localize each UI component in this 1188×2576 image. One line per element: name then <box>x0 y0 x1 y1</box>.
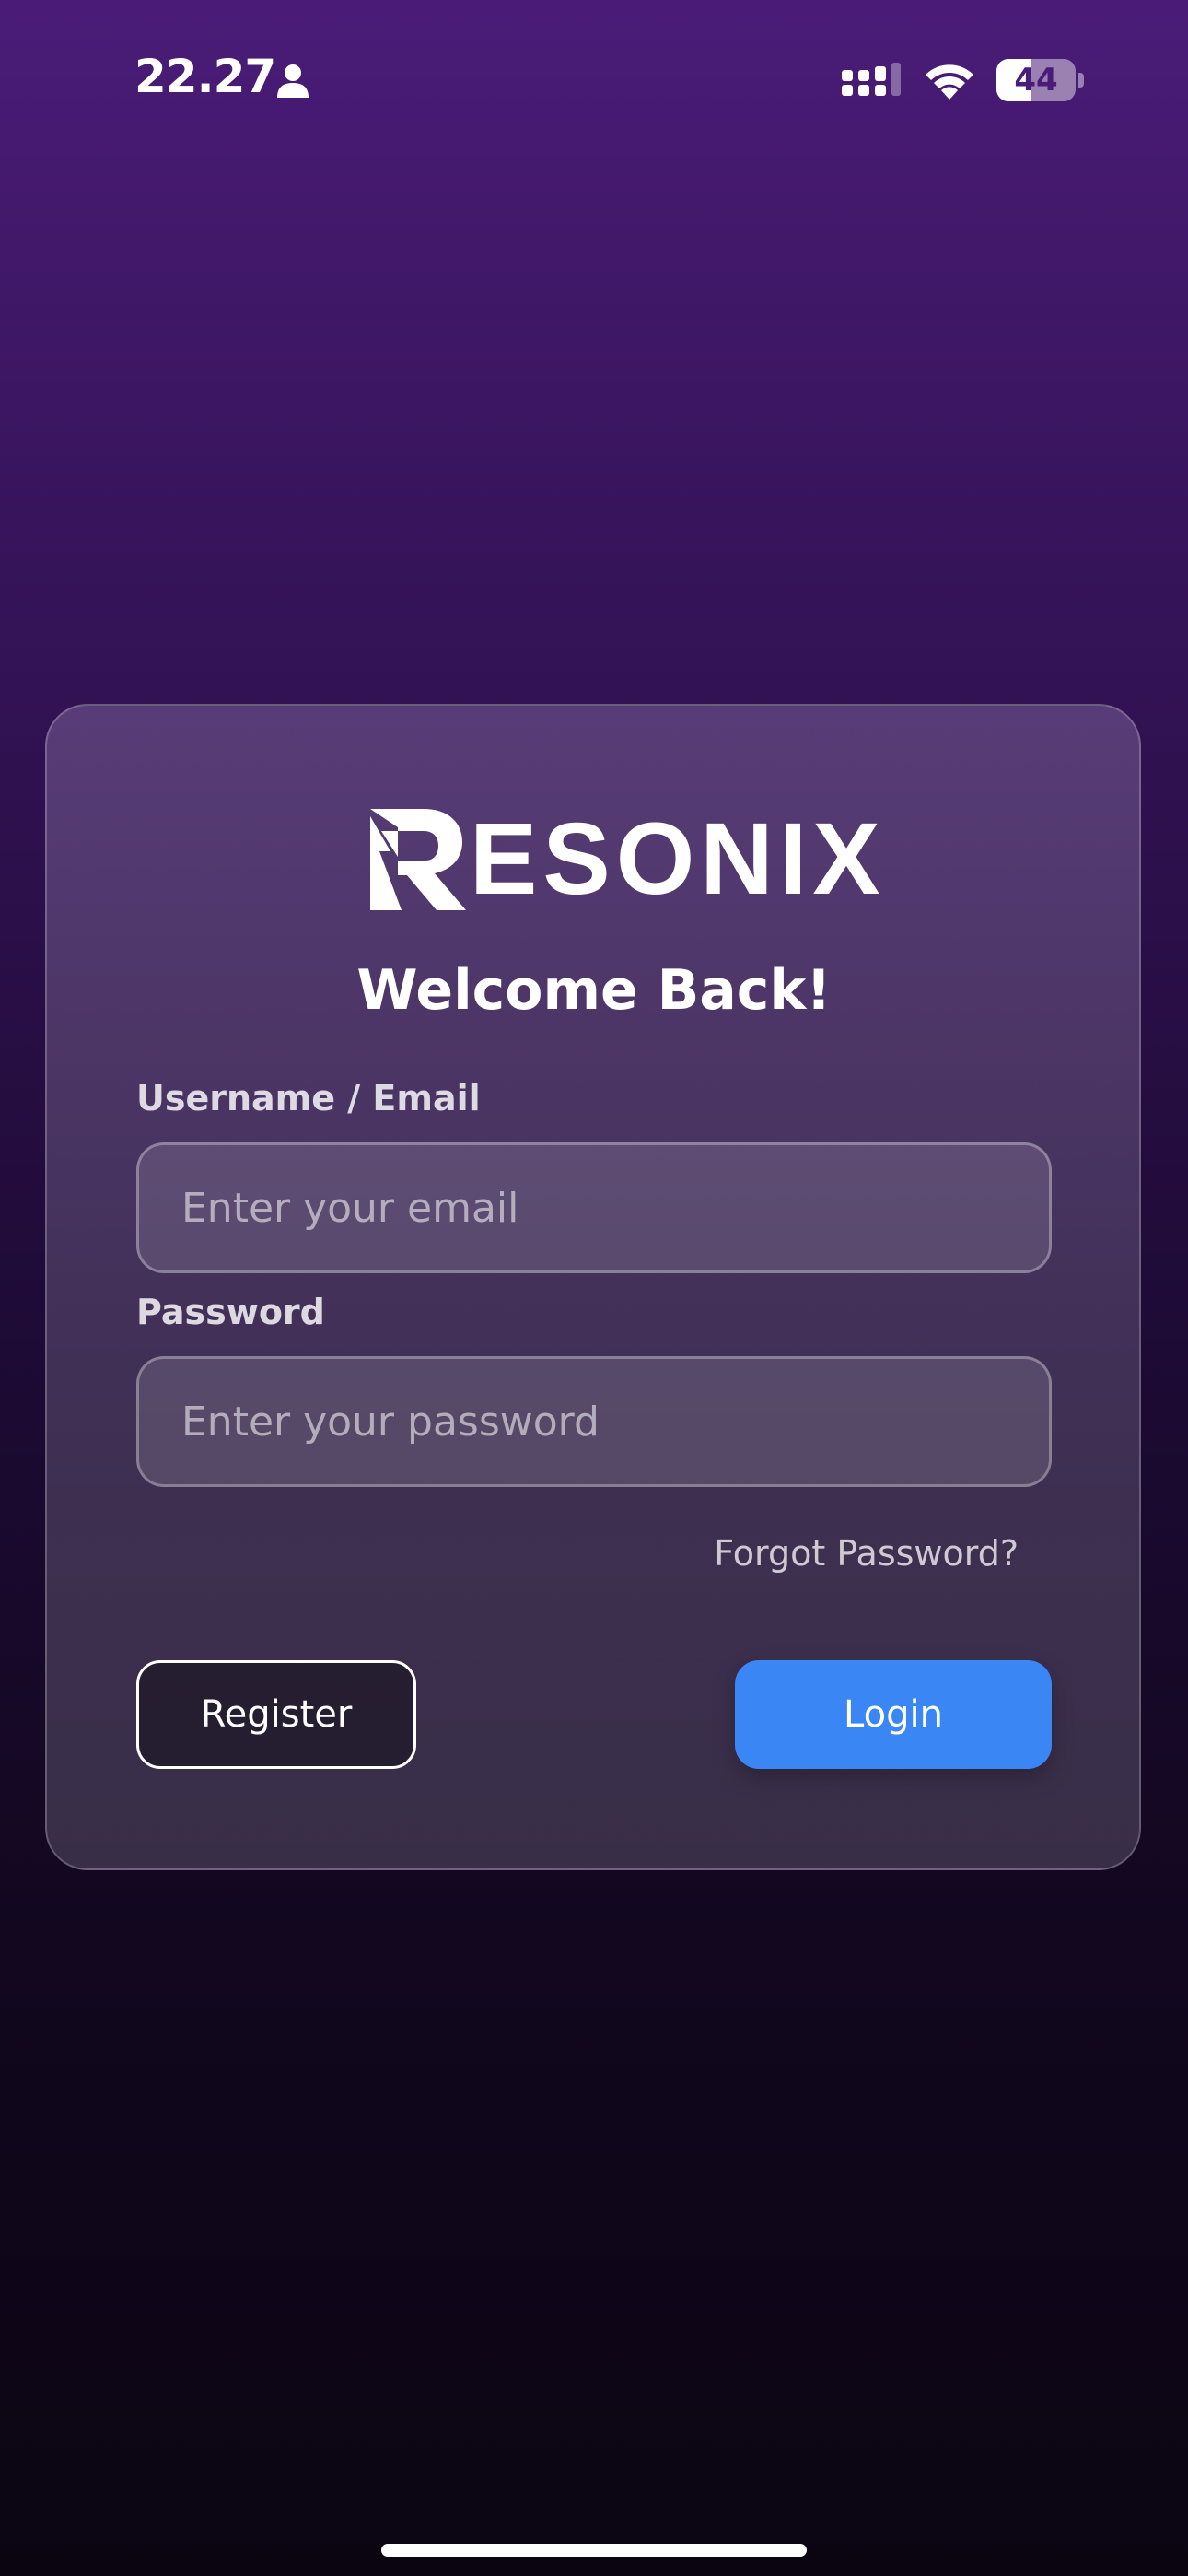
brand-logo: ESONIX <box>370 809 880 910</box>
register-button[interactable]: Register <box>136 1660 416 1769</box>
battery-icon: 44 <box>996 59 1085 101</box>
welcome-title: Welcome Back! <box>356 958 832 1023</box>
battery-cap <box>1078 73 1084 88</box>
battery-level: 44 <box>1014 62 1058 99</box>
wifi-icon <box>926 64 973 100</box>
cellular-signal-icon <box>842 63 901 96</box>
username-label: Username / Email <box>136 1078 481 1118</box>
resonix-logo-mark-icon <box>370 809 466 910</box>
login-button[interactable]: Login <box>735 1660 1052 1769</box>
brand-name: ESONIX <box>470 802 886 916</box>
status-bar: 22.27 44 <box>0 0 1188 166</box>
battery-body: 44 <box>996 59 1076 101</box>
status-time: 22.27 <box>134 50 276 103</box>
email-field[interactable] <box>136 1142 1052 1273</box>
home-indicator[interactable] <box>381 2544 807 2557</box>
person-icon <box>277 64 309 98</box>
password-label: Password <box>136 1292 325 1332</box>
forgot-password-link[interactable]: Forgot Password? <box>714 1533 1019 1574</box>
password-field[interactable] <box>136 1356 1052 1487</box>
